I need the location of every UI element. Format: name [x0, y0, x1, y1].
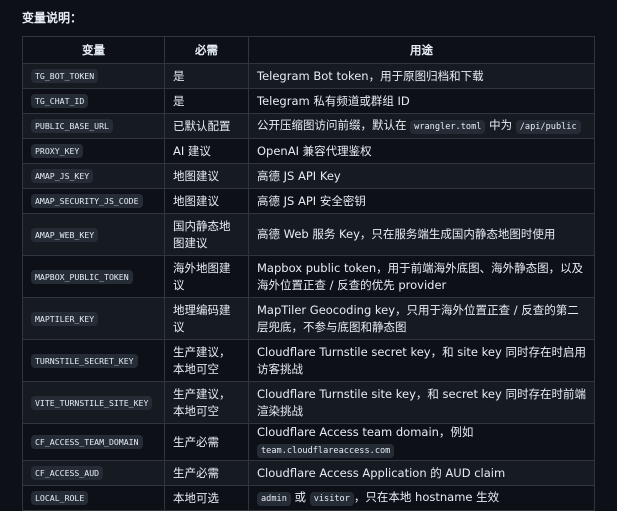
variable-cell: TG_BOT_TOKEN: [22, 63, 165, 89]
variable-name: MAPBOX_PUBLIC_TOKEN: [31, 269, 133, 284]
header-required: 必需: [164, 36, 249, 64]
variable-name: CF_ACCESS_TEAM_DOMAIN: [31, 435, 143, 449]
variable-cell: PROXY_KEY: [22, 138, 165, 164]
variable-cell: CF_ACCESS_TEAM_DOMAIN: [22, 423, 165, 461]
usage-text: OpenAI 兼容代理鉴权: [257, 143, 372, 158]
required-cell: 国内静态地图建议: [164, 213, 249, 256]
required-cell: 本地可选: [164, 485, 249, 511]
usage-text: 高德 JS API Key: [257, 168, 341, 183]
usage-text: Cloudflare Turnstile site key，和 secret k…: [257, 386, 586, 418]
variable-name: VITE_TURNSTILE_SITE_KEY: [31, 395, 153, 410]
required-cell: 已默认配置: [164, 113, 249, 139]
table-row: AMAP_WEB_KEY 国内静态地图建议 高德 Web 服务 Key，只在服务端生…: [22, 213, 595, 256]
table-row: MAPBOX_PUBLIC_TOKEN 海外地图建议 Mapbox public t…: [22, 255, 595, 298]
table-header-row: 变量 必需 用途: [22, 36, 595, 64]
variable-cell: AMAP_JS_KEY: [22, 163, 165, 189]
table-row: AMAP_JS_KEY 地图建议 高德 JS API Key: [22, 163, 595, 189]
required-cell: 地图建议: [164, 163, 249, 189]
table-body: TG_BOT_TOKEN 是 Telegram Bot token，用于原图归档和下…: [22, 63, 595, 511]
variable-cell: AMAP_SECURITY_JS_CODE: [22, 188, 165, 214]
variable-cell: MAPBOX_PUBLIC_TOKEN: [22, 255, 165, 298]
variable-cell: LOCAL_ROLE: [22, 485, 165, 511]
usage-inline-code: admin: [257, 491, 291, 506]
header-usage: 用途: [248, 36, 595, 64]
required-cell: 地理编码建议: [164, 297, 249, 340]
usage-cell: Cloudflare Turnstile site key，和 secret k…: [248, 381, 595, 424]
required-cell: 是: [164, 63, 249, 89]
usage-inline-code: visitor: [309, 491, 354, 506]
required-cell: 生产必需: [164, 423, 249, 461]
table-row: VITE_TURNSTILE_SITE_KEY 生产建议，本地可空 Cloudfla…: [22, 381, 595, 424]
required-cell: 生产建议，本地可空: [164, 381, 249, 424]
table-row: LOCAL_ROLE 本地可选 admin 或 visitor ，只在本地 hostn…: [22, 485, 595, 511]
usage-cell: Mapbox public token，用于前端海外底图、海外静态图，以及海外位…: [248, 255, 595, 298]
usage-cell: OpenAI 兼容代理鉴权: [248, 138, 595, 164]
usage-text: 高德 Web 服务 Key，只在服务端生成国内静态地图时使用: [257, 227, 556, 241]
variable-name: AMAP_WEB_KEY: [31, 227, 99, 242]
variable-cell: PUBLIC_BASE_URL: [22, 113, 165, 139]
variable-cell: VITE_TURNSTILE_SITE_KEY: [22, 381, 165, 424]
usage-cell: Cloudflare Access team domain，例如 team.cl…: [248, 423, 595, 461]
variable-name: LOCAL_ROLE: [31, 491, 89, 505]
table-row: TURNSTILE_SECRET_KEY 生产建议，本地可空 Cloudflare …: [22, 339, 595, 382]
usage-cell: admin 或 visitor ，只在本地 hostname 生效: [248, 485, 595, 511]
variable-name: TG_BOT_TOKEN: [31, 69, 99, 83]
usage-text: Cloudflare Access team domain，例如: [257, 425, 474, 439]
table-row: CF_ACCESS_TEAM_DOMAIN 生产必需 Cloudflare Acce…: [22, 423, 595, 461]
required-cell: 海外地图建议: [164, 255, 249, 298]
variable-cell: CF_ACCESS_AUD: [22, 460, 165, 486]
usage-cell: 高德 Web 服务 Key，只在服务端生成国内静态地图时使用: [248, 213, 595, 256]
usage-text: 公开压缩图访问前缀，默认在: [257, 117, 411, 132]
usage-cell: Cloudflare Access Application 的 AUD clai…: [248, 460, 595, 486]
table-row: TG_BOT_TOKEN 是 Telegram Bot token，用于原图归档和下…: [22, 63, 595, 89]
usage-inline-code: /api/public: [515, 119, 581, 134]
table-row: AMAP_SECURITY_JS_CODE 地图建议 高德 JS API 安全密钥: [22, 188, 595, 214]
usage-text: 高德 JS API 安全密钥: [257, 193, 366, 208]
variable-cell: MAPTILER_KEY: [22, 297, 165, 340]
variable-name: PUBLIC_BASE_URL: [31, 119, 113, 133]
required-cell: 是: [164, 88, 249, 114]
table-row: CF_ACCESS_AUD 生产必需 Cloudflare Access Appli…: [22, 460, 595, 486]
table-row: TG_CHAT_ID 是 Telegram 私有频道或群组 ID: [22, 88, 595, 114]
section-intro: 变量说明：: [22, 11, 83, 25]
usage-inline-code: team.cloudflareaccess.com: [257, 444, 395, 458]
header-variable: 变量: [22, 36, 165, 64]
required-cell: 生产必需: [164, 460, 249, 486]
usage-text: Mapbox public token，用于前端海外底图、海外静态图，以及海外位…: [257, 260, 584, 292]
table-row: PROXY_KEY AI 建议 OpenAI 兼容代理鉴权: [22, 138, 595, 164]
required-cell: AI 建议: [164, 138, 249, 164]
usage-inline-code: wrangler.toml: [410, 119, 486, 134]
required-cell: 生产建议，本地可空: [164, 339, 249, 382]
usage-cell: 高德 JS API 安全密钥: [248, 188, 595, 214]
variable-name: CF_ACCESS_AUD: [31, 466, 104, 480]
usage-text: MapTiler Geocoding key，只用于海外位置正查 / 反查的第二…: [257, 302, 579, 334]
usage-cell: MapTiler Geocoding key，只用于海外位置正查 / 反查的第二…: [248, 297, 595, 340]
variable-cell: AMAP_WEB_KEY: [22, 213, 165, 256]
usage-cell: 公开压缩图访问前缀，默认在 wrangler.toml 中为 /api/publ…: [248, 113, 595, 139]
env-variables-table: 变量 必需 用途 TG_BOT_TOKEN 是 Telegram Bot token…: [22, 36, 595, 511]
variable-name: MAPTILER_KEY: [31, 311, 99, 326]
variable-cell: TG_CHAT_ID: [22, 88, 165, 114]
usage-cell: 高德 JS API Key: [248, 163, 595, 189]
table-row: PUBLIC_BASE_URL 已默认配置 公开压缩图访问前缀，默认在 wrangl…: [22, 113, 595, 139]
variable-name: AMAP_JS_KEY: [31, 169, 94, 183]
usage-text: Telegram Bot token，用于原图归档和下载: [257, 68, 484, 83]
variable-cell: TURNSTILE_SECRET_KEY: [22, 339, 165, 382]
usage-text: Cloudflare Turnstile secret key，和 site k…: [257, 344, 586, 376]
usage-cell: Telegram 私有频道或群组 ID: [248, 88, 595, 114]
usage-cell: Cloudflare Turnstile secret key，和 site k…: [248, 339, 595, 382]
variable-name: PROXY_KEY: [31, 144, 84, 158]
table-row: MAPTILER_KEY 地理编码建议 MapTiler Geocoding key…: [22, 297, 595, 340]
usage-text: Cloudflare Access Application 的 AUD clai…: [257, 465, 506, 480]
usage-text: 中为: [485, 117, 516, 132]
usage-text: Telegram 私有频道或群组 ID: [257, 93, 410, 108]
variable-name: TG_CHAT_ID: [31, 94, 89, 108]
usage-text: 或: [290, 489, 310, 504]
usage-text: ，只在本地 hostname 生效: [353, 489, 500, 504]
usage-cell: Telegram Bot token，用于原图归档和下载: [248, 63, 595, 89]
variable-name: AMAP_SECURITY_JS_CODE: [31, 194, 143, 208]
required-cell: 地图建议: [164, 188, 249, 214]
variable-name: TURNSTILE_SECRET_KEY: [31, 353, 138, 368]
